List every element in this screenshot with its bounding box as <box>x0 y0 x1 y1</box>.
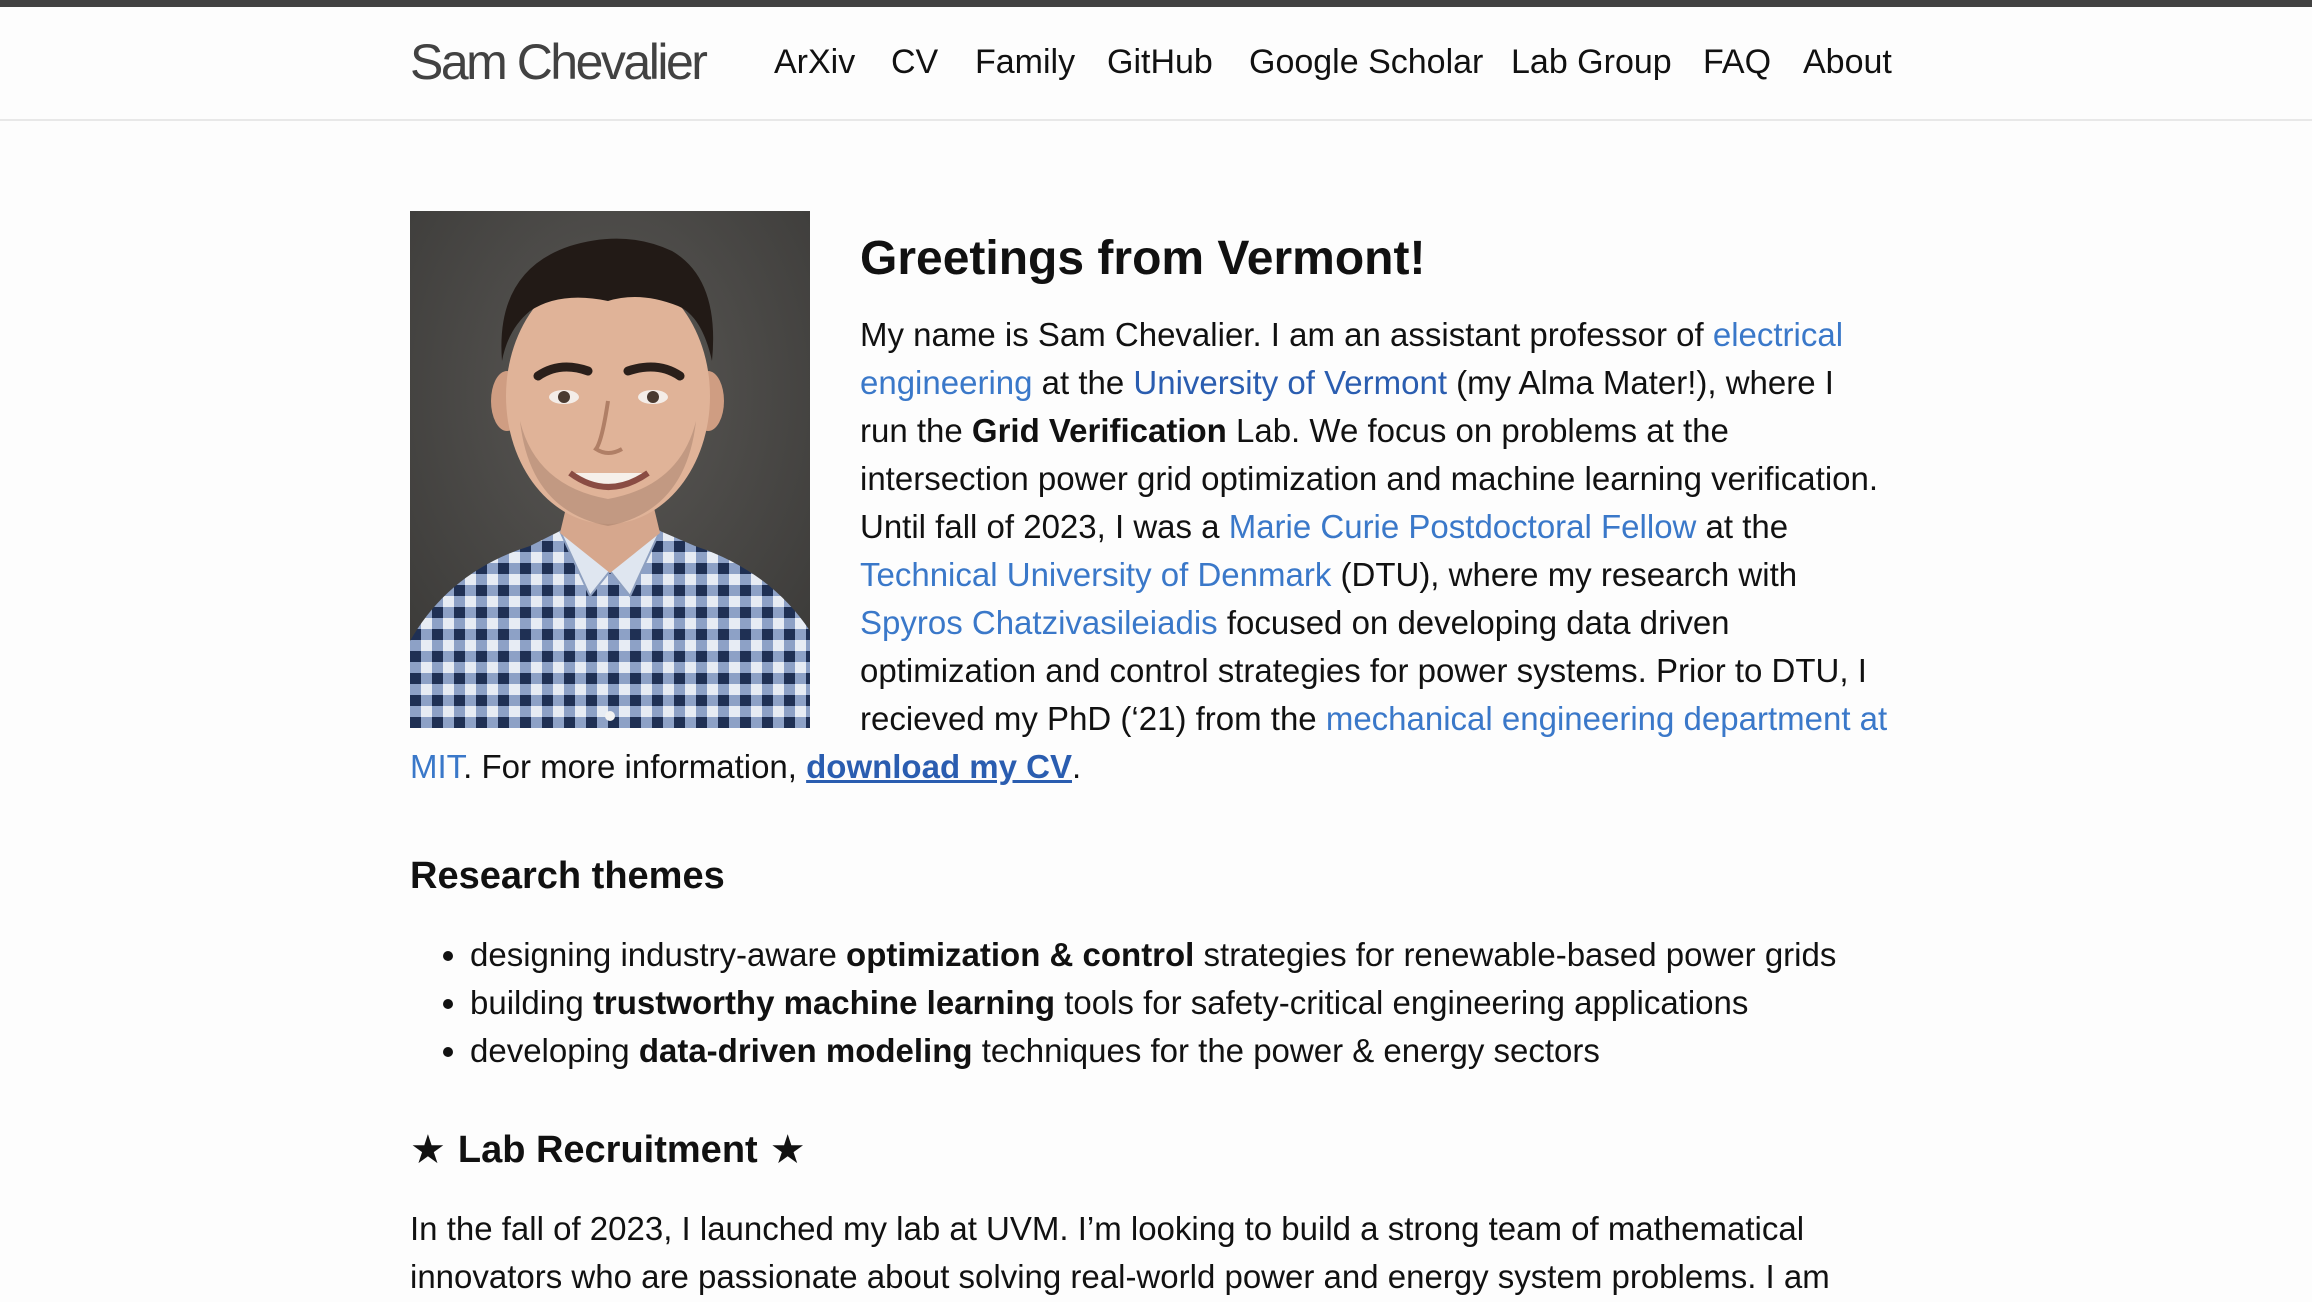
nav-link-family[interactable]: Family <box>975 43 1075 82</box>
nav-link-about[interactable]: About <box>1803 43 1892 82</box>
item-emphasis: optimization & control <box>846 936 1195 973</box>
item-text: building <box>470 984 593 1021</box>
item-emphasis: data-driven modeling <box>638 1032 973 1069</box>
bio-text: (DTU), where my research with <box>1331 556 1798 593</box>
nav-link-faq[interactable]: FAQ <box>1703 43 1771 82</box>
main-content: Greetings from Vermont! My name is Sam C… <box>410 211 1890 1301</box>
item-text: designing industry-aware <box>470 936 847 973</box>
item-text: tools for safety-critical engineering ap… <box>1055 984 1749 1021</box>
profile-photo <box>410 211 810 728</box>
lab-name: Grid Verification <box>971 412 1227 449</box>
lab-recruitment-heading: ★ Lab Recruitment ★ <box>410 1075 1890 1175</box>
nav-link-github[interactable]: GitHub <box>1107 43 1213 82</box>
star-icon: ★ <box>410 1128 446 1172</box>
item-text: techniques for the power & energy sector… <box>972 1032 1600 1069</box>
site-header: Sam Chevalier ArXiv CV Family GitHub Goo… <box>0 7 2312 121</box>
link-spyros-chatzivasileiadis[interactable]: Spyros Chatzivasileiadis <box>860 604 1218 641</box>
link-marie-curie-fellow[interactable]: Marie Curie Postdoctoral Fellow <box>1229 508 1697 545</box>
star-icon: ★ <box>769 1128 806 1172</box>
top-accent-bar <box>0 0 2312 7</box>
recruitment-paragraph: In the fall of 2023, I launched my lab a… <box>410 1210 1830 1295</box>
link-university-of-vermont[interactable]: University of Vermont <box>1133 364 1447 401</box>
bio-text: at the <box>1032 364 1134 401</box>
nav-link-google-scholar[interactable]: Google Scholar <box>1249 43 1483 82</box>
item-text: developing <box>470 1032 639 1069</box>
list-item: building trustworthy machine learning to… <box>470 979 1890 1027</box>
link-dtu[interactable]: Technical University of Denmark <box>860 556 1331 593</box>
bio-text: . For more information, <box>463 748 807 785</box>
bio-text: at the <box>1696 508 1789 545</box>
bio-text: . <box>1071 748 1082 785</box>
item-text: strategies for renewable-based power gri… <box>1194 936 1837 973</box>
nav-link-lab-group[interactable]: Lab Group <box>1511 43 1672 82</box>
list-item: designing industry-aware optimization & … <box>470 931 1890 979</box>
list-item: developing data-driven modeling techniqu… <box>470 1027 1890 1075</box>
site-title-link[interactable]: Sam Chevalier <box>410 33 708 91</box>
download-cv-link[interactable]: download my CV <box>806 748 1072 785</box>
bio-text: My name is Sam Chevalier. I am an assist… <box>860 316 1713 353</box>
item-emphasis: trustworthy machine learning <box>592 984 1056 1021</box>
lab-recruitment-title: Lab Recruitment <box>457 1129 758 1171</box>
research-themes-heading: Research themes <box>410 855 725 897</box>
nav-link-cv[interactable]: CV <box>891 43 938 82</box>
research-themes-list: designing industry-aware optimization & … <box>410 931 1890 1075</box>
nav-link-arxiv[interactable]: ArXiv <box>774 43 855 82</box>
